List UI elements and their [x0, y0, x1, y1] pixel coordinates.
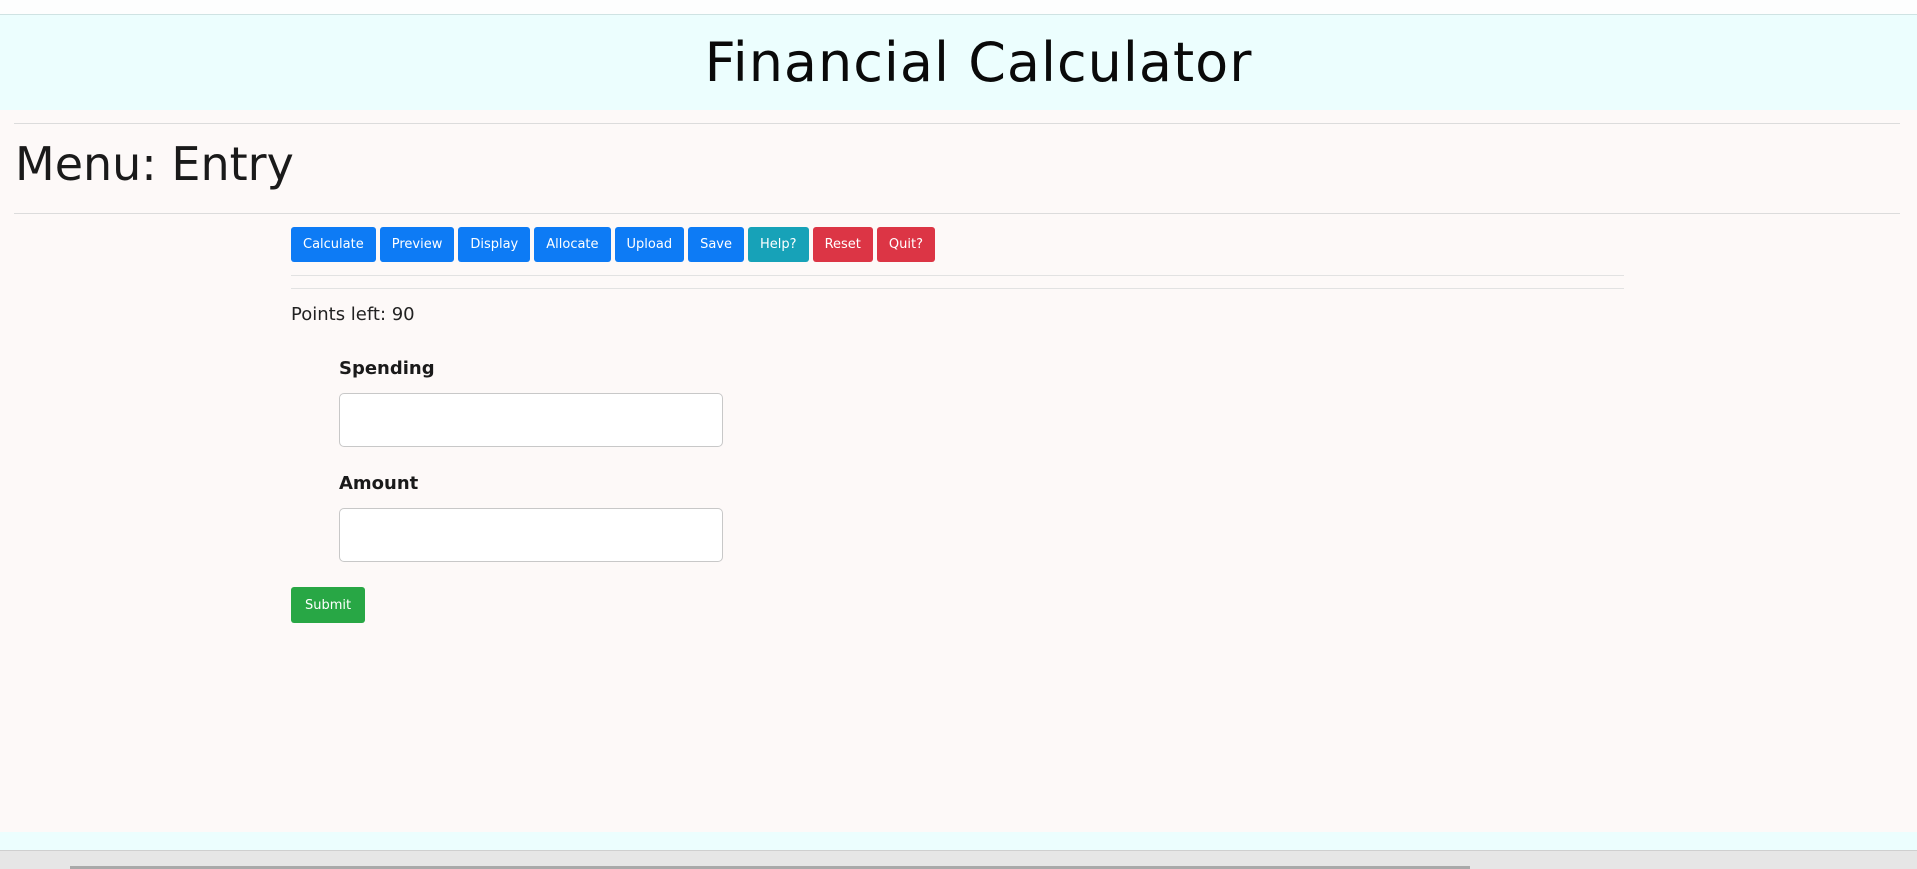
preview-button[interactable]: Preview — [379, 227, 455, 262]
save-button[interactable]: Save — [688, 227, 745, 262]
calculate-button[interactable]: Calculate — [291, 227, 376, 262]
allocate-button[interactable]: Allocate — [534, 227, 611, 262]
divider — [291, 288, 1624, 289]
top-strip — [0, 0, 1917, 15]
divider — [14, 213, 1900, 214]
app-header: Financial Calculator — [0, 15, 1917, 110]
menu-toolbar: Calculate Preview Display Allocate Uploa… — [291, 227, 935, 262]
submit-button[interactable]: Submit — [291, 587, 366, 623]
quit-button[interactable]: Quit? — [876, 227, 935, 262]
divider — [291, 275, 1624, 276]
spending-label: Spending — [339, 358, 435, 379]
spending-input[interactable] — [339, 393, 723, 447]
page: Financial Calculator Menu: Entry Calcula… — [0, 0, 1917, 869]
reset-button[interactable]: Reset — [812, 227, 873, 262]
points-left-text: Points left: 90 — [291, 304, 415, 325]
footer-band — [0, 832, 1917, 850]
menu-heading: Menu: Entry — [15, 137, 294, 191]
amount-label: Amount — [339, 473, 419, 494]
upload-button[interactable]: Upload — [614, 227, 685, 262]
help-button[interactable]: Help? — [748, 227, 809, 262]
display-button[interactable]: Display — [458, 227, 531, 262]
amount-input[interactable] — [339, 508, 723, 562]
horizontal-scrollbar[interactable] — [0, 850, 1917, 869]
app-title: Financial Calculator — [704, 31, 1253, 94]
divider — [14, 123, 1900, 124]
